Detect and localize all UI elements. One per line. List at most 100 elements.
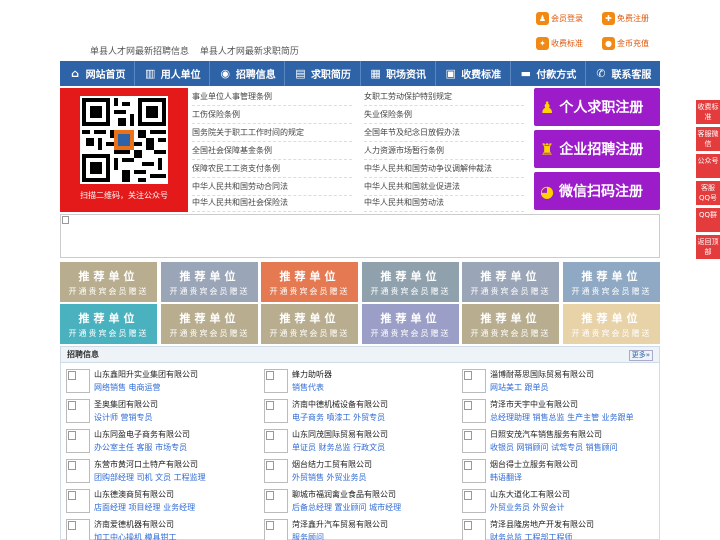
back-to-top-button[interactable]: 返回顶部 xyxy=(696,235,720,259)
company-name[interactable]: 蜂力助听器 xyxy=(292,369,332,380)
company-positions[interactable]: 团购部经理 司机 文员 工程监理 xyxy=(94,472,206,483)
company-item[interactable]: 菏泽鑫升汽车贸易有限公司 服务顾问 xyxy=(264,517,454,540)
nav-jobs[interactable]: ◉ 招聘信息 xyxy=(210,61,286,86)
company-name[interactable]: 济南爱德机器有限公司 xyxy=(94,519,174,530)
company-item[interactable]: 济南爱德机器有限公司 加工中心操机 模具钳工 xyxy=(66,517,256,540)
law-link[interactable]: 中华人民共和国劳动法 xyxy=(364,194,524,212)
recommended-employer-tile[interactable]: 推荐单位 开通贵宾会员赠送 xyxy=(563,304,660,344)
free-register-button[interactable]: ✚ 免费注册 xyxy=(600,11,654,26)
company-logo[interactable] xyxy=(264,369,288,393)
company-item[interactable]: 山东同盈电子商务有限公司 办公室主任 客服 市场专员 xyxy=(66,427,256,457)
recommended-employer-tile[interactable]: 推荐单位 开通贵宾会员赠送 xyxy=(60,262,157,302)
company-name[interactable]: 烟台结力工贸有限公司 xyxy=(292,459,372,470)
recommended-employer-tile[interactable]: 推荐单位 开通贵宾会员赠送 xyxy=(362,262,459,302)
company-item[interactable]: 淄博耐蒂思国际贸易有限公司 网站美工 跟单员 xyxy=(462,367,652,397)
ad-banner[interactable] xyxy=(60,214,660,258)
company-item[interactable]: 菏泽市天宇中业有限公司 总经理助理 销售总监 生产主管 业务跟单 xyxy=(462,397,652,427)
latest-jobs-link[interactable]: 单县人才网最新招聘信息 xyxy=(90,47,189,57)
law-link[interactable]: 国务院关于职工工作时间的规定 xyxy=(192,124,352,142)
company-item[interactable]: 山东大道化工有限公司 外贸业务员 外贸会计 xyxy=(462,487,652,517)
float-qq-service-button[interactable]: 客服QQ号 xyxy=(696,181,720,205)
company-logo[interactable] xyxy=(66,429,90,453)
law-link[interactable]: 中华人民共和国社会保险法 xyxy=(192,194,352,212)
nav-pricing[interactable]: ▣ 收费标准 xyxy=(436,61,511,86)
company-name[interactable]: 济南中德机械设备有限公司 xyxy=(292,399,388,410)
recommended-employer-tile[interactable]: 推荐单位 开通贵宾会员赠送 xyxy=(161,304,258,344)
recommended-employer-tile[interactable]: 推荐单位 开通贵宾会员赠送 xyxy=(362,304,459,344)
company-logo[interactable] xyxy=(462,399,486,423)
company-positions[interactable]: 韩语翻译 xyxy=(490,472,522,483)
company-logo[interactable] xyxy=(264,429,288,453)
company-name[interactable]: 菏泽市天宇中业有限公司 xyxy=(490,399,578,410)
company-positions[interactable]: 单证员 财务总监 行政文员 xyxy=(292,442,385,453)
company-logo[interactable] xyxy=(66,519,90,540)
company-positions[interactable]: 电子商务 噴漆工 外贸专员 xyxy=(292,412,385,423)
company-positions[interactable]: 财务总监 工程部工程师 xyxy=(490,532,573,540)
company-item[interactable]: 东营市黄河口土特产有限公司 团购部经理 司机 文员 工程监理 xyxy=(66,457,256,487)
company-name[interactable]: 山东德澳商贸有限公司 xyxy=(94,489,174,500)
law-link[interactable]: 全国年节及纪念日放假办法 xyxy=(364,124,524,142)
company-positions[interactable]: 外贸业务员 外贸会计 xyxy=(490,502,565,513)
float-official-account-button[interactable]: 公众号 xyxy=(696,154,720,178)
company-name[interactable]: 烟台得士立服务有限公司 xyxy=(490,459,578,470)
nav-employers[interactable]: ▥ 用人单位 xyxy=(135,61,211,86)
company-positions[interactable]: 网站美工 跟单员 xyxy=(490,382,549,393)
law-link[interactable]: 工伤保险条例 xyxy=(192,106,352,124)
more-jobs-link[interactable]: 更多» xyxy=(628,350,653,361)
company-logo[interactable] xyxy=(264,519,288,540)
recommended-employer-tile[interactable]: 推荐单位 开通贵宾会员赠送 xyxy=(462,304,559,344)
company-logo[interactable] xyxy=(66,369,90,393)
company-item[interactable]: 济南中德机械设备有限公司 电子商务 噴漆工 外贸专员 xyxy=(264,397,454,427)
company-positions[interactable]: 网络销售 电商运营 xyxy=(94,382,161,393)
member-login-button[interactable]: ♟ 会员登录 xyxy=(534,11,588,26)
company-logo[interactable] xyxy=(462,489,486,513)
company-name[interactable]: 日照安茂汽车销售服务有限公司 xyxy=(490,429,602,440)
company-positions[interactable]: 店面经理 项目经理 业务经理 xyxy=(94,502,195,513)
company-positions[interactable]: 服务顾问 xyxy=(292,532,324,540)
nav-contact[interactable]: ✆ 联系客服 xyxy=(586,61,660,86)
recommended-employer-tile[interactable]: 推荐单位 开通贵宾会员赠送 xyxy=(60,304,157,344)
company-logo[interactable] xyxy=(264,489,288,513)
company-item[interactable]: 蜂力助听器 销售代表 xyxy=(264,367,454,397)
law-link[interactable]: 人力资源市场暂行条例 xyxy=(364,142,524,160)
company-positions[interactable]: 销售代表 xyxy=(292,382,324,393)
company-item[interactable]: 烟台结力工贸有限公司 外贸销售 外贸业务员 xyxy=(264,457,454,487)
company-logo[interactable] xyxy=(462,459,486,483)
person-register-button[interactable]: ♟ 个人求职注册 xyxy=(534,88,660,126)
company-name[interactable]: 淄博耐蒂思国际贸易有限公司 xyxy=(490,369,594,380)
law-link[interactable]: 保障农民工工资支付条例 xyxy=(192,160,352,178)
recommended-employer-tile[interactable]: 推荐单位 开通贵宾会员赠送 xyxy=(563,262,660,302)
company-name[interactable]: 山东大道化工有限公司 xyxy=(490,489,570,500)
law-link[interactable]: 中华人民共和国劳动争议调解仲裁法 xyxy=(364,160,524,178)
recommended-employer-tile[interactable]: 推荐单位 开通贵宾会员赠送 xyxy=(261,304,358,344)
company-logo[interactable] xyxy=(462,429,486,453)
nav-resumes[interactable]: ▤ 求职简历 xyxy=(285,61,361,86)
company-item[interactable]: 山东德澳商贸有限公司店面经理 项目经理 业务经理 xyxy=(66,487,256,517)
company-logo[interactable] xyxy=(264,459,288,483)
float-qq-group-button[interactable]: QQ群 xyxy=(696,208,720,232)
company-logo[interactable] xyxy=(66,489,90,513)
company-positions[interactable]: 设计师 营销专员 xyxy=(94,412,153,423)
nav-payment[interactable]: ▬ 付款方式 xyxy=(511,61,586,86)
company-positions[interactable]: 收银员 网销顾问 试驾专员 销售顾问 xyxy=(490,442,618,453)
pricing-button[interactable]: ✦ 收费标准 xyxy=(534,36,588,51)
recommended-employer-tile[interactable]: 推荐单位 开通贵宾会员赠送 xyxy=(261,262,358,302)
recommended-employer-tile[interactable]: 推荐单位 开通贵宾会员赠送 xyxy=(161,262,258,302)
company-item[interactable]: 圣奥集团有限公司 设计师 营销专员 xyxy=(66,397,256,427)
company-logo[interactable] xyxy=(66,399,90,423)
company-positions[interactable]: 外贸销售 外贸业务员 xyxy=(292,472,367,483)
company-name[interactable]: 菏泽鑫升汽车贸易有限公司 xyxy=(292,519,388,530)
company-item[interactable]: 聊城市福润禽业食品有限公司 后备总经理 置业顾问 城市经理 xyxy=(264,487,454,517)
company-name[interactable]: 聊城市福润禽业食品有限公司 xyxy=(292,489,396,500)
law-link[interactable]: 女职工劳动保护特别规定 xyxy=(364,88,524,106)
float-pricing-button[interactable]: 收费标准 xyxy=(696,100,720,124)
law-link[interactable]: 全国社会保障基金条例 xyxy=(192,142,352,160)
company-name[interactable]: 圣奥集团有限公司 xyxy=(94,399,158,410)
company-positions[interactable]: 办公室主任 客服 市场专员 xyxy=(94,442,187,453)
company-name[interactable]: 山东同茂国际贸易有限公司 xyxy=(292,429,388,440)
company-item[interactable]: 烟台得士立服务有限公司 韩语翻译 xyxy=(462,457,652,487)
latest-resumes-link[interactable]: 单县人才网最新求职简历 xyxy=(200,47,299,57)
company-positions[interactable]: 加工中心操机 模具钳工 xyxy=(94,532,177,540)
law-link[interactable]: 失业保险条例 xyxy=(364,106,524,124)
recommended-employer-tile[interactable]: 推荐单位 开通贵宾会员赠送 xyxy=(462,262,559,302)
